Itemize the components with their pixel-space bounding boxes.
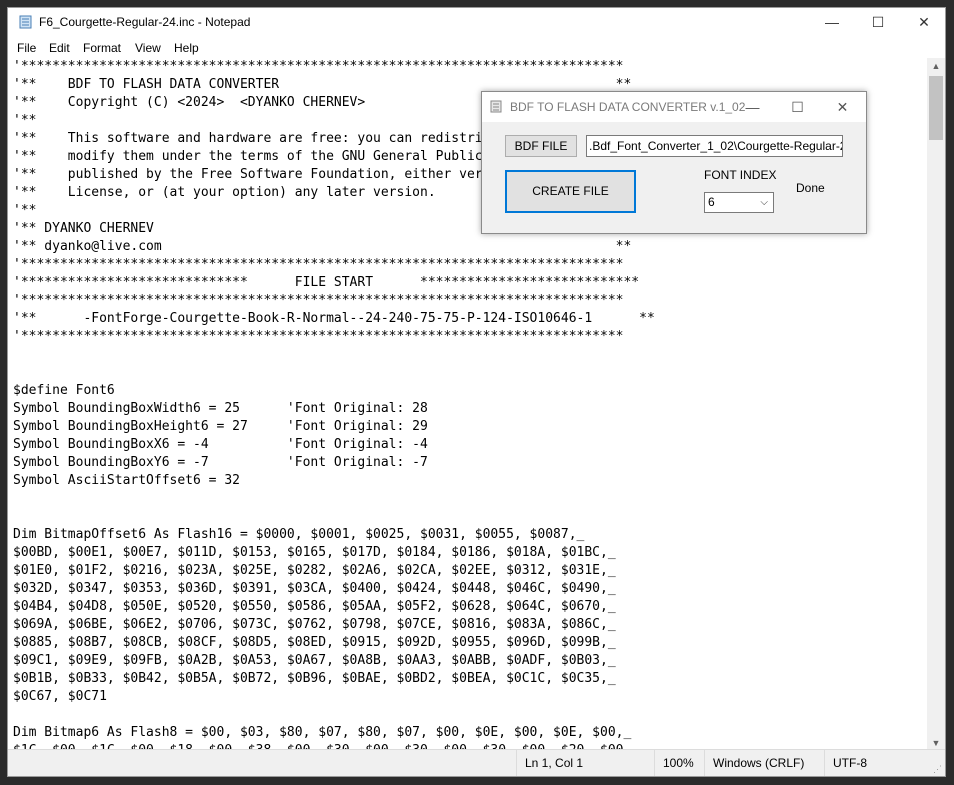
window-title: F6_Courgette-Regular-24.inc - Notepad: [39, 15, 251, 29]
editor-line[interactable]: '** dyanko@live.com **: [13, 238, 655, 256]
editor-line[interactable]: $0C67, $0C71: [13, 688, 655, 706]
editor-line[interactable]: Dim Bitmap6 As Flash8 = $00, $03, $80, $…: [13, 724, 655, 742]
scrollbar-thumb[interactable]: [929, 76, 943, 140]
editor-line[interactable]: '***************************************…: [13, 328, 655, 346]
line-ending: Windows (CRLF): [704, 750, 821, 776]
editor-line[interactable]: Symbol BoundingBoxY6 = -7 'Font Original…: [13, 454, 655, 472]
editor-line[interactable]: Symbol BoundingBoxWidth6 = 25 'Font Orig…: [13, 400, 655, 418]
status-bar: Ln 1, Col 1 100% Windows (CRLF) UTF-8 ⋰: [8, 749, 945, 776]
editor-line[interactable]: Symbol BoundingBoxHeight6 = 27 'Font Ori…: [13, 418, 655, 436]
editor-line[interactable]: [13, 490, 655, 508]
editor-line[interactable]: $0B1B, $0B33, $0B42, $0B5A, $0B72, $0B96…: [13, 670, 655, 688]
scroll-up-icon[interactable]: ▲: [927, 58, 945, 75]
editor-line[interactable]: '***************************************…: [13, 256, 655, 274]
editor-line[interactable]: $0885, $08B7, $08CB, $08CF, $08D5, $08ED…: [13, 634, 655, 652]
font-index-value: 6: [708, 195, 715, 209]
menu-bar: File Edit Format View Help: [8, 37, 945, 58]
menu-file[interactable]: File: [17, 41, 36, 55]
resize-grip-icon[interactable]: ⋰: [933, 764, 943, 774]
bdf-file-button[interactable]: BDF FILE: [505, 135, 577, 157]
editor-line[interactable]: [13, 508, 655, 526]
bdf-path-field[interactable]: .Bdf_Font_Converter_1_02\Courgette-Regul…: [586, 135, 843, 157]
editor-line[interactable]: '***************************************…: [13, 292, 655, 310]
menu-format[interactable]: Format: [83, 41, 121, 55]
title-bar[interactable]: F6_Courgette-Regular-24.inc - Notepad — …: [8, 8, 945, 37]
menu-edit[interactable]: Edit: [49, 41, 70, 55]
zoom-level: 100%: [654, 750, 705, 776]
dialog-maximize-button[interactable]: ☐: [775, 92, 820, 122]
font-index-select[interactable]: 6 ⌵: [704, 192, 774, 213]
vertical-scrollbar[interactable]: ▲ ▼: [927, 58, 945, 752]
editor-line[interactable]: [13, 346, 655, 364]
menu-help[interactable]: Help: [174, 41, 199, 55]
editor-line[interactable]: $01E0, $01F2, $0216, $023A, $025E, $0282…: [13, 562, 655, 580]
encoding: UTF-8: [824, 750, 923, 776]
font-index-label: FONT INDEX: [704, 168, 777, 182]
editor-line[interactable]: '***************************** FILE STAR…: [13, 274, 655, 292]
editor-line[interactable]: Dim BitmapOffset6 As Flash16 = $0000, $0…: [13, 526, 655, 544]
editor-line[interactable]: Symbol AsciiStartOffset6 = 32: [13, 472, 655, 490]
chevron-down-icon: ⌵: [760, 197, 768, 208]
dialog-title: BDF TO FLASH DATA CONVERTER v.1_02: [510, 100, 746, 114]
editor-line[interactable]: [13, 364, 655, 382]
create-file-button[interactable]: CREATE FILE: [505, 170, 636, 213]
editor-line[interactable]: '** -FontForge-Courgette-Book-R-Normal--…: [13, 310, 655, 328]
editor-line[interactable]: $032D, $0347, $0353, $036D, $0391, $03CA…: [13, 580, 655, 598]
editor-line[interactable]: Symbol BoundingBoxX6 = -4 'Font Original…: [13, 436, 655, 454]
notepad-icon: [19, 15, 32, 29]
menu-view[interactable]: View: [135, 41, 161, 55]
status-done-label: Done: [796, 181, 825, 195]
editor-line[interactable]: $04B4, $04D8, $050E, $0520, $0550, $0586…: [13, 598, 655, 616]
editor-line[interactable]: $069A, $06BE, $06E2, $0706, $073C, $0762…: [13, 616, 655, 634]
maximize-button[interactable]: ☐: [855, 8, 901, 37]
dialog-close-button[interactable]: ✕: [820, 92, 865, 122]
converter-dialog: BDF TO FLASH DATA CONVERTER v.1_02 — ☐ ✕…: [481, 91, 867, 234]
dialog-title-bar[interactable]: BDF TO FLASH DATA CONVERTER v.1_02 — ☐ ✕: [482, 92, 866, 122]
dialog-minimize-button[interactable]: —: [730, 92, 775, 122]
cursor-position: Ln 1, Col 1: [516, 750, 647, 776]
editor-line[interactable]: '***************************************…: [13, 58, 655, 76]
editor-line[interactable]: $09C1, $09E9, $09FB, $0A2B, $0A53, $0A67…: [13, 652, 655, 670]
editor-line[interactable]: $define Font6: [13, 382, 655, 400]
app-icon: [490, 100, 502, 113]
editor-line[interactable]: $00BD, $00E1, $00E7, $011D, $0153, $0165…: [13, 544, 655, 562]
minimize-button[interactable]: —: [809, 8, 855, 37]
close-button[interactable]: ✕: [901, 8, 945, 37]
editor-line[interactable]: [13, 706, 655, 724]
